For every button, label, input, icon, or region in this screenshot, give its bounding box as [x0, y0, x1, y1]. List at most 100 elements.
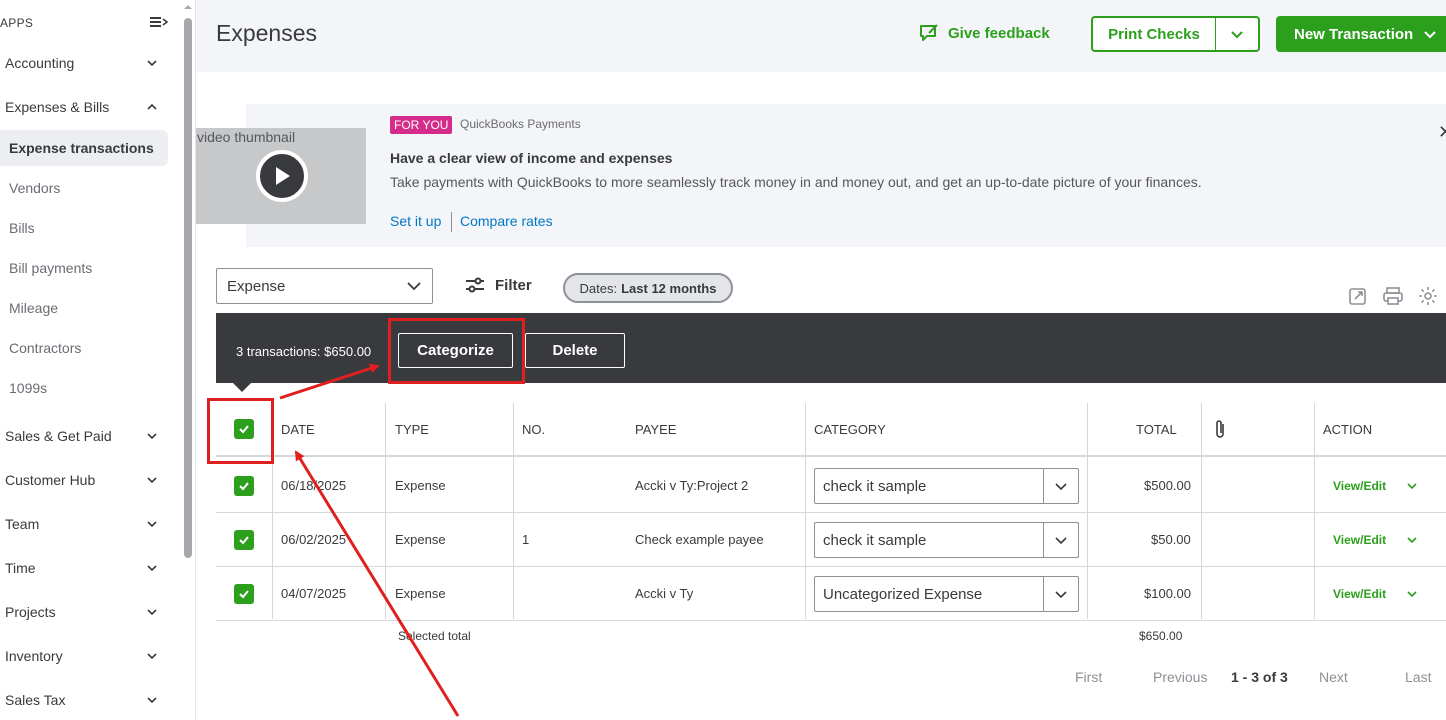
checkmark-icon: [234, 475, 254, 496]
table-row[interactable]: 06/02/2025 Expense 1 Check example payee…: [216, 513, 1446, 567]
sidebar-subitem-1099s[interactable]: 1099s: [0, 370, 168, 406]
chevron-down-icon: [147, 653, 157, 660]
sidebar-item-accounting[interactable]: Accounting: [0, 45, 170, 81]
chevron-down-icon: [1043, 469, 1078, 503]
row-date: 06/18/2025: [281, 478, 347, 493]
close-icon[interactable]: ✕: [1438, 122, 1446, 143]
row-checkbox[interactable]: [234, 567, 254, 620]
scroll-up-icon[interactable]: [183, 2, 193, 12]
print-checks-dropdown[interactable]: [1216, 18, 1258, 50]
sidebar-item-label: Customer Hub: [5, 472, 96, 488]
table-tools: [1348, 286, 1438, 306]
row-no: 1: [522, 532, 530, 547]
chevron-down-icon: [147, 697, 157, 704]
print-checks-split-button: Print Checks: [1091, 16, 1260, 52]
row-type: Expense: [395, 586, 446, 601]
sidebar-item-label: Projects: [5, 604, 56, 620]
for-you-badge: FOR YOU: [390, 116, 453, 134]
checkmark-icon: [234, 529, 254, 550]
sidebar-item-inventory[interactable]: Inventory: [0, 638, 170, 674]
sidebar-item-label: Accounting: [5, 55, 75, 71]
column-header-no[interactable]: NO.: [522, 403, 545, 455]
row-category-select[interactable]: Uncategorized Expense: [814, 576, 1079, 612]
pagination-range: 1 - 3 of 3: [1231, 669, 1288, 685]
chevron-down-icon: [1043, 577, 1078, 611]
row-view-edit-link[interactable]: View/Edit: [1333, 459, 1386, 512]
pagination-previous[interactable]: Previous: [1153, 669, 1207, 685]
compare-rates-link[interactable]: Compare rates: [460, 213, 553, 229]
row-category-select[interactable]: check it sample: [814, 468, 1079, 504]
row-view-edit-link[interactable]: View/Edit: [1333, 513, 1386, 566]
give-feedback-button[interactable]: Give feedback: [918, 22, 1050, 44]
sidebar-item-projects[interactable]: Projects: [0, 594, 170, 630]
promo-title: Have a clear view of income and expenses: [390, 150, 673, 166]
video-thumbnail-alt: video thumbnail: [197, 129, 296, 145]
chevron-down-icon: [147, 521, 157, 528]
pagination-next[interactable]: Next: [1319, 669, 1348, 685]
sidebar-item-label: Expenses & Bills: [5, 99, 110, 115]
transaction-type-value: Expense: [227, 277, 286, 295]
print-icon[interactable]: [1382, 286, 1404, 306]
play-icon[interactable]: [256, 150, 308, 202]
checkmark-icon: [234, 583, 254, 604]
chevron-up-icon: [147, 103, 157, 110]
sidebar-item-time[interactable]: Time: [0, 550, 170, 586]
row-payee: Accki v Ty: [635, 586, 694, 601]
new-transaction-button[interactable]: New Transaction: [1276, 16, 1446, 52]
sidebar-item-team[interactable]: Team: [0, 506, 170, 542]
attachment-icon: [1213, 403, 1227, 455]
print-checks-button[interactable]: Print Checks: [1093, 18, 1216, 50]
row-category-select[interactable]: check it sample: [814, 522, 1079, 558]
row-view-edit-link[interactable]: View/Edit: [1333, 567, 1386, 620]
sidebar-subitem-bill-payments[interactable]: Bill payments: [0, 250, 168, 286]
pagination-first[interactable]: First: [1075, 669, 1102, 685]
chevron-down-icon: [147, 477, 157, 484]
chevron-down-icon: [1043, 523, 1078, 557]
column-header-category[interactable]: CATEGORY: [814, 403, 886, 455]
row-checkbox[interactable]: [234, 459, 254, 512]
batch-bar-pointer: [232, 382, 252, 392]
column-header-payee[interactable]: PAYEE: [635, 403, 676, 455]
column-header-total[interactable]: TOTAL: [1136, 403, 1177, 455]
app-root: APPS Accounting Expenses & Bills Expense…: [0, 0, 1446, 720]
sidebar-item-sales-get-paid[interactable]: Sales & Get Paid: [0, 418, 170, 454]
sidebar-scrollbar[interactable]: [184, 18, 192, 558]
view-edit-label: View/Edit: [1333, 586, 1387, 601]
sidebar-item-sales-tax[interactable]: Sales Tax: [0, 682, 170, 718]
filter-button[interactable]: Filter: [465, 276, 532, 294]
row-checkbox[interactable]: [234, 513, 254, 566]
pagination-last[interactable]: Last: [1405, 669, 1431, 685]
set-it-up-link[interactable]: Set it up: [390, 213, 441, 229]
date-filter-value: Last 12 months: [621, 280, 717, 296]
sidebar-subitem-bills[interactable]: Bills: [0, 210, 168, 246]
table-header-row: DATE TYPE NO. PAYEE CATEGORY TOTAL ACTIO…: [216, 403, 1446, 457]
transaction-type-select[interactable]: Expense: [216, 268, 433, 304]
sidebar-subitem-expense-transactions[interactable]: Expense transactions: [0, 130, 168, 166]
column-header-date[interactable]: DATE: [281, 403, 315, 455]
date-filter-chip[interactable]: Dates: Last 12 months: [563, 273, 733, 303]
row-action-dropdown[interactable]: [1406, 567, 1418, 620]
row-payee: Check example payee: [635, 532, 764, 547]
row-action-dropdown[interactable]: [1406, 459, 1418, 512]
chevron-down-icon: [147, 433, 157, 440]
row-total: $50.00: [1151, 532, 1191, 547]
collapse-menu-icon[interactable]: [150, 14, 168, 30]
sidebar-item-expenses-bills[interactable]: Expenses & Bills: [0, 89, 170, 125]
delete-button[interactable]: Delete: [525, 333, 625, 368]
sidebar-item-customer-hub[interactable]: Customer Hub: [0, 462, 170, 498]
gear-icon[interactable]: [1418, 286, 1438, 306]
column-header-type[interactable]: TYPE: [395, 403, 429, 455]
view-edit-label: View/Edit: [1333, 478, 1387, 493]
export-icon[interactable]: [1348, 286, 1368, 306]
page-title: Expenses: [216, 20, 318, 46]
row-type: Expense: [395, 478, 446, 493]
sidebar-subitem-vendors[interactable]: Vendors: [0, 170, 168, 206]
table-row[interactable]: 06/18/2025 Expense Accki v Ty:Project 2 …: [216, 459, 1446, 513]
sidebar-item-label: Sales Tax: [5, 692, 66, 708]
sidebar-subitem-contractors[interactable]: Contractors: [0, 330, 168, 366]
sidebar-subitem-mileage[interactable]: Mileage: [0, 290, 168, 326]
row-action-dropdown[interactable]: [1406, 513, 1418, 566]
promo-description: Take payments with QuickBooks to more se…: [390, 174, 1202, 190]
batch-selection-count: 3 transactions: $650.00: [236, 344, 372, 359]
table-row[interactable]: 04/07/2025 Expense Accki v Ty Uncategori…: [216, 567, 1446, 621]
